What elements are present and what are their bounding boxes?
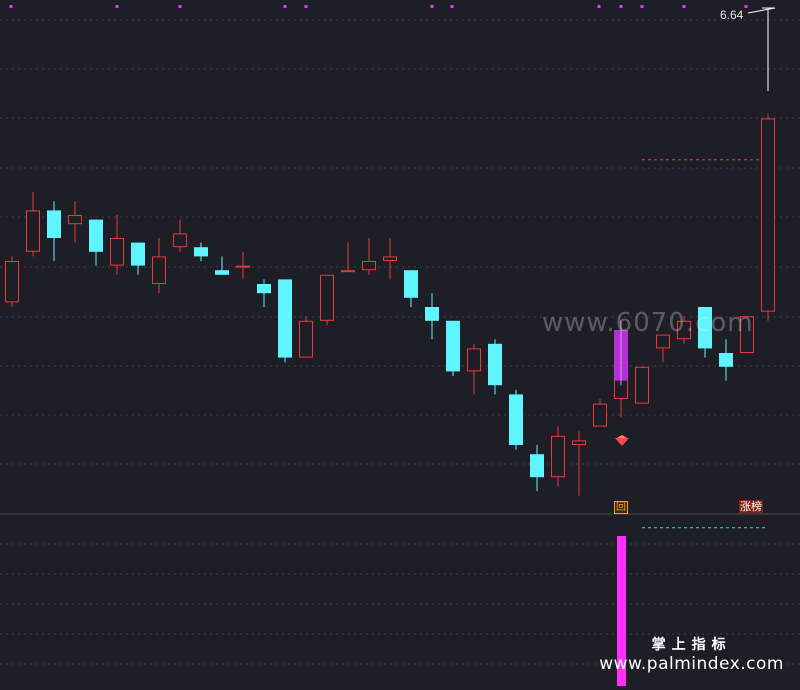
candlestick-chart [0, 5, 800, 686]
candle-body-up [26, 210, 40, 252]
brand-block: 掌上指标 www.palmindex.com [599, 634, 784, 674]
signal-tag-zhangbang: 涨榜 [739, 500, 763, 513]
candle-body-down [215, 270, 229, 275]
candle-body-down [719, 353, 733, 367]
candle-body-down [131, 242, 145, 266]
candle-body-down [89, 219, 103, 252]
top-marker-dot [640, 5, 644, 8]
top-marker-dot [9, 5, 13, 8]
candle-body-up [551, 435, 565, 478]
candle-body-up [341, 270, 355, 273]
price-max-label: 6.64 [720, 8, 744, 22]
candle-body-up [110, 238, 124, 266]
diamond-signal-icon [615, 438, 629, 446]
diamond-signal-top [617, 435, 627, 438]
brand-url: www.palmindex.com [599, 654, 784, 674]
candle-body-down [257, 284, 271, 294]
top-marker-dot [283, 5, 287, 8]
candle-body-up [383, 256, 397, 261]
max-price-arrow [747, 7, 776, 14]
candle-body-down [278, 279, 292, 358]
top-marker-dot [115, 5, 119, 8]
candle-body-up [593, 403, 607, 427]
candle-body-down [47, 210, 61, 238]
top-marker-dot [450, 5, 454, 8]
candle-body-down [404, 270, 418, 298]
candle-body-up [299, 320, 313, 358]
top-marker-dot [597, 5, 601, 8]
top-marker-dot [178, 5, 182, 8]
candle-body-down [446, 320, 460, 372]
top-marker-row [9, 5, 748, 8]
candle-body-up [173, 233, 187, 248]
candle-body-down [425, 307, 439, 321]
top-marker-dot [430, 5, 434, 8]
candle-body-down [194, 247, 208, 257]
grid [0, 19, 800, 665]
candle-body-up [5, 261, 19, 303]
candle-body-down [530, 454, 544, 478]
top-marker-dot [304, 5, 308, 8]
candle-body-up [68, 215, 82, 225]
candle-body-up [236, 265, 250, 268]
candle-body-up [761, 118, 775, 312]
top-marker-dot [682, 5, 686, 8]
candle-body-up [635, 366, 649, 404]
candle-body-up [320, 274, 334, 321]
signal-tag-box: 回 [614, 501, 628, 514]
brand-cn: 掌上指标 [651, 637, 732, 653]
candle-body-down [488, 343, 502, 386]
candles [5, 113, 775, 496]
watermark: www.6070.com [542, 308, 754, 338]
candle-body-up [572, 440, 586, 445]
top-marker-dot [619, 5, 623, 8]
candle-body-up [362, 261, 376, 271]
candle-body-up [152, 256, 166, 284]
candle-body-down [509, 394, 523, 445]
candle-body-up [467, 348, 481, 372]
top-marker-dot [744, 5, 748, 8]
